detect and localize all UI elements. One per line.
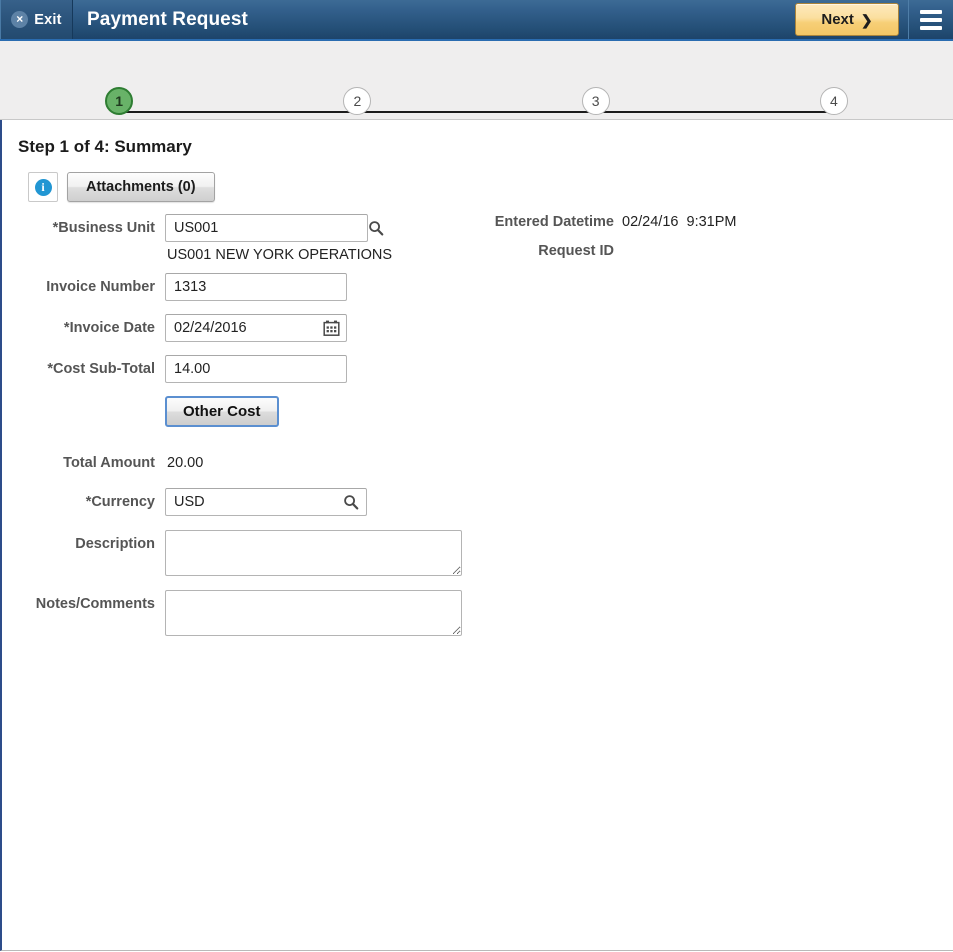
next-button[interactable]: Next ❯ xyxy=(795,3,899,36)
business-unit-control: US001 NEW YORK OPERATIONS xyxy=(165,214,392,263)
close-x-icon: × xyxy=(11,11,29,28)
step-item-supplier[interactable]: 2 Supplier xyxy=(238,87,476,119)
attachments-button[interactable]: Attachments (0) xyxy=(67,172,215,202)
exit-button-label: Exit xyxy=(34,11,62,28)
notes-comments-label: Notes/Comments xyxy=(35,596,155,612)
payment-request-page: × Exit Payment Request Next ❯ 1 Summary … xyxy=(0,0,953,952)
summary-form: *Business Unit US001 NEW YORK OPERATIONS… xyxy=(2,214,953,636)
menu-line-1 xyxy=(920,9,942,14)
invoice-date-label: *Invoice Date xyxy=(63,320,155,336)
other-cost-button[interactable]: Other Cost xyxy=(165,396,279,427)
business-unit-input[interactable] xyxy=(165,214,368,242)
description-label: Description xyxy=(75,536,155,552)
entered-datetime-value: 02/24/16 9:31PM xyxy=(622,214,737,230)
notes-comments-control xyxy=(165,590,462,636)
business-unit-description: US001 NEW YORK OPERATIONS xyxy=(167,247,393,263)
menu-line-3 xyxy=(920,25,942,30)
step-item-summary[interactable]: 1 Summary xyxy=(0,87,238,119)
entered-datetime-label: Entered Datetime xyxy=(494,214,614,230)
description-textarea[interactable] xyxy=(165,530,462,576)
step-progress-bar: 1 Summary 2 Supplier 3 Invoice Details 4… xyxy=(0,41,953,120)
step-number-2: 2 xyxy=(343,87,372,115)
request-id-label: Request ID xyxy=(538,243,614,259)
chevron-right-icon: ❯ xyxy=(860,11,873,28)
field-row-cost-sub-total: *Cost Sub-Total xyxy=(2,355,953,383)
calendar-icon[interactable] xyxy=(321,318,341,338)
total-amount-label: Total Amount xyxy=(63,455,155,471)
field-row-invoice-date: *Invoice Date xyxy=(2,314,953,342)
step-list: 1 Summary 2 Supplier 3 Invoice Details 4… xyxy=(0,87,953,119)
invoice-number-control xyxy=(165,273,347,301)
invoice-number-input[interactable] xyxy=(165,273,347,301)
info-button[interactable]: i xyxy=(28,172,58,202)
search-icon[interactable] xyxy=(341,492,361,512)
cost-sub-total-input[interactable] xyxy=(165,355,347,383)
other-cost-control: Other Cost xyxy=(165,396,279,427)
field-row-notes-comments: Notes/Comments xyxy=(2,590,953,636)
step-number-1: 1 xyxy=(105,87,134,115)
step-item-invoice-details[interactable]: 3 Invoice Details xyxy=(477,87,715,119)
currency-label: *Currency xyxy=(85,494,155,510)
request-id-row: Request ID xyxy=(450,243,830,259)
step-number-4: 4 xyxy=(819,87,848,115)
total-amount-value: 20.00 xyxy=(167,455,204,471)
entered-datetime-row: Entered Datetime 02/24/16 9:31PM xyxy=(450,214,830,230)
menu-line-2 xyxy=(920,17,942,22)
page-title: Step 1 of 4: Summary xyxy=(18,137,192,156)
invoice-date-input[interactable] xyxy=(165,314,347,342)
description-control xyxy=(165,530,462,576)
cost-sub-total-control xyxy=(165,355,347,383)
total-amount-control: 20.00 xyxy=(165,449,203,477)
content-toolbar: i Attachments (0) xyxy=(2,157,953,202)
page-content: Step 1 of 4: Summary i Attachments (0) *… xyxy=(0,120,953,951)
summary-right-column: Entered Datetime 02/24/16 9:31PM Request… xyxy=(450,214,830,272)
step-item-review-and-submit[interactable]: 4 Review and Submit xyxy=(715,87,953,119)
currency-input[interactable] xyxy=(165,488,367,516)
cost-sub-total-label: *Cost Sub-Total xyxy=(47,361,155,377)
business-unit-label: *Business Unit xyxy=(52,220,155,236)
invoice-date-control xyxy=(165,314,347,342)
search-icon[interactable] xyxy=(366,218,386,238)
field-row-currency: *Currency xyxy=(2,488,953,516)
field-row-description: Description xyxy=(2,530,953,576)
hamburger-menu-icon[interactable] xyxy=(908,0,953,39)
field-row-total-amount: Total Amount 20.00 xyxy=(2,449,953,477)
currency-control xyxy=(165,488,367,516)
exit-button[interactable]: × Exit xyxy=(0,0,73,39)
app-header: × Exit Payment Request Next ❯ xyxy=(0,0,953,41)
page-title-header: Payment Request xyxy=(87,9,248,30)
invoice-number-label: Invoice Number xyxy=(46,279,155,295)
notes-comments-textarea[interactable] xyxy=(165,590,462,636)
step-number-3: 3 xyxy=(581,87,610,115)
info-icon: i xyxy=(34,178,52,196)
next-button-label: Next xyxy=(821,11,854,28)
field-row-invoice-number: Invoice Number xyxy=(2,273,953,301)
field-row-other-cost: Other Cost xyxy=(2,396,953,427)
